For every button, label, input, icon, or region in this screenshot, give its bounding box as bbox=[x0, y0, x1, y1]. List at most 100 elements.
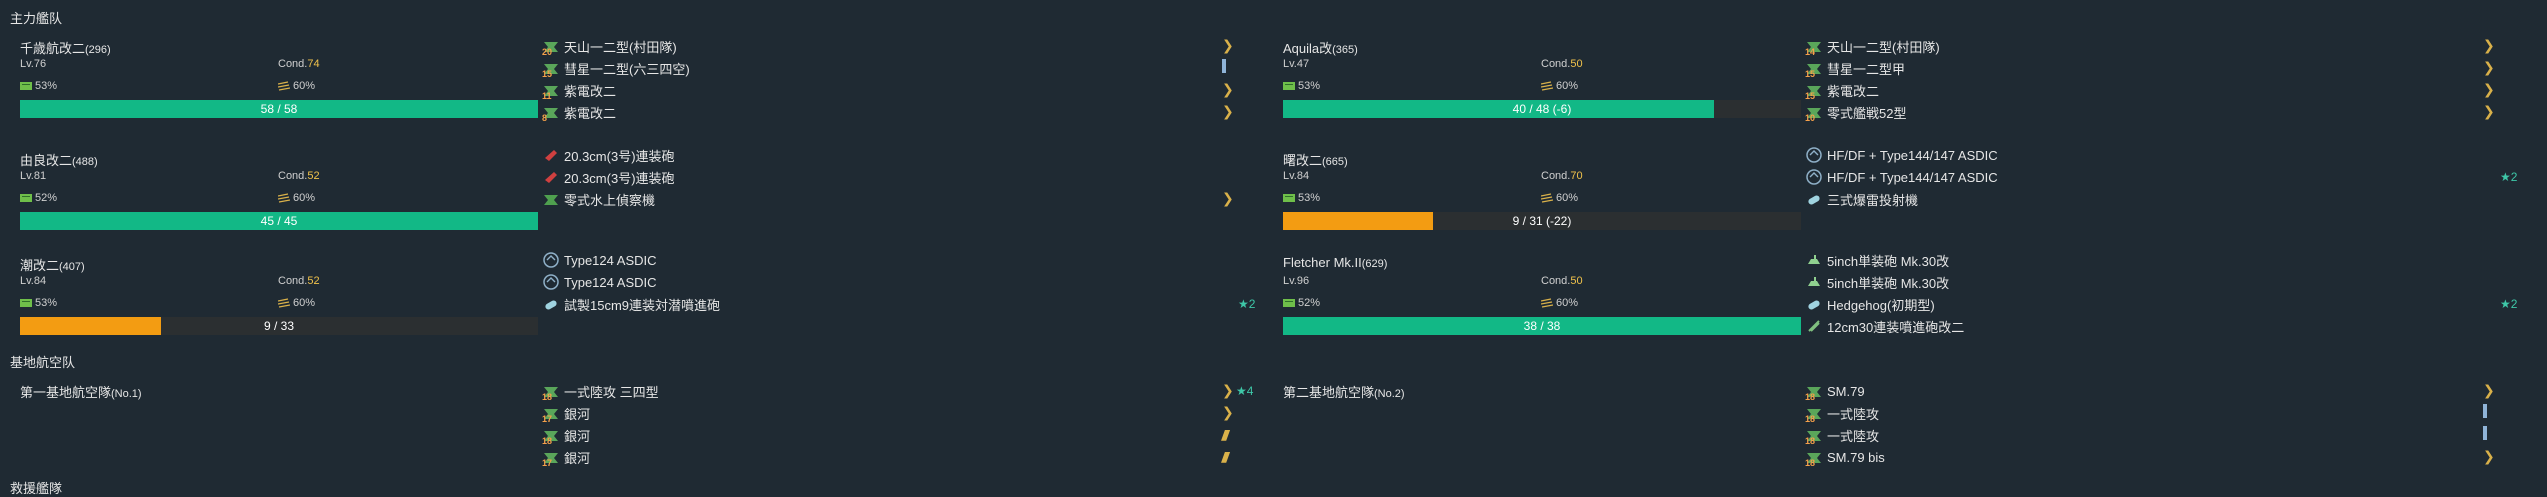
equipment-item[interactable]: 12cm30連装噴進砲改二 bbox=[1805, 316, 1964, 336]
fuel-value: 52% bbox=[35, 192, 58, 204]
base-equipment-item[interactable]: 18 銀河 bbox=[542, 425, 590, 447]
rocket-icon bbox=[1805, 317, 1823, 335]
equipment-item[interactable]: 14 天山一二型(村田隊) bbox=[1805, 36, 1940, 58]
equipment-item[interactable]: Type124 ASDIC bbox=[542, 272, 657, 292]
ship-card: Aquila改(365) Lv.47 Cond.50 53% 60% 40 / 48 (-… bbox=[1283, 38, 1811, 138]
slot-count: 10 bbox=[1805, 113, 1816, 123]
ship-id: (665) bbox=[1322, 156, 1348, 168]
fuel-icon bbox=[1283, 194, 1295, 202]
hp-text: 9 / 31 (-22) bbox=[1512, 214, 1572, 228]
equipment-item[interactable]: 8 紫電改二 bbox=[542, 102, 616, 124]
ship-name[interactable]: 潮改二(407) bbox=[20, 255, 85, 274]
ship-card: 潮改二(407) Lv.84 Cond.52 53% 60% 9 / 33 bbox=[20, 255, 548, 355]
proficiency-icon: ❯ bbox=[1222, 37, 1234, 53]
slot-count: 11 bbox=[542, 91, 552, 101]
equipment-item[interactable]: 零式水上偵察機 bbox=[542, 189, 655, 209]
lbas-plane-icon: 17 bbox=[542, 448, 560, 468]
ship-name[interactable]: Fletcher Mk.II(629) bbox=[1283, 255, 1387, 270]
zero-fighter-icon: 20 bbox=[542, 37, 560, 57]
ship-name-text: 千歳航改二 bbox=[20, 41, 86, 56]
ammo-icon bbox=[278, 298, 290, 308]
ship-fuel: 52% bbox=[20, 192, 57, 204]
proficiency-icon: ❯ bbox=[1222, 190, 1234, 206]
hp-text: 58 / 58 bbox=[260, 102, 298, 116]
equipment-name: 試製15cm9連装対潜噴進砲 bbox=[564, 297, 721, 313]
equipment-item[interactable]: 5inch単装砲 Mk.30改 bbox=[1805, 250, 1949, 270]
equipment-item[interactable]: 試製15cm9連装対潜噴進砲 bbox=[542, 294, 720, 314]
equipment-item[interactable]: HF/DF + Type144/147 ASDIC bbox=[1805, 145, 1998, 165]
ship-name[interactable]: 曙改二(665) bbox=[1283, 150, 1348, 169]
lbas-plane-icon: 18 bbox=[1805, 404, 1823, 424]
base-name-text: 第二基地航空隊 bbox=[1283, 385, 1375, 400]
main-fleet-title: 主力艦队 bbox=[10, 11, 63, 26]
equipment-item[interactable]: 15 彗星一二型甲 bbox=[1805, 58, 1906, 80]
ammo-icon bbox=[278, 81, 290, 91]
equipment-item[interactable]: Type124 ASDIC bbox=[542, 250, 657, 270]
equipment-name: 12cm30連装噴進砲改二 bbox=[1827, 319, 1965, 335]
ammo-icon bbox=[1541, 298, 1553, 308]
base-name-text: 第一基地航空隊 bbox=[20, 385, 112, 400]
proficiency-icon: ❯ bbox=[2483, 103, 2495, 119]
base-id: (No.2) bbox=[1374, 388, 1405, 400]
hp-bar: 40 / 48 (-6) bbox=[1283, 100, 1801, 118]
zero-fighter-icon: 15 bbox=[542, 59, 560, 79]
ship-fuel: 53% bbox=[1283, 192, 1320, 204]
base-equipment-item[interactable]: 17 銀河 bbox=[542, 447, 590, 469]
base-equipment-item[interactable]: 17 銀河 bbox=[542, 403, 590, 425]
equipment-item[interactable]: 15 彗星一二型(六三四空) bbox=[542, 58, 690, 80]
fuel-value: 52% bbox=[1298, 297, 1321, 309]
fuel-value: 53% bbox=[35, 297, 58, 309]
equipment-item[interactable]: HF/DF + Type144/147 ASDIC bbox=[1805, 167, 1998, 187]
base-equipment-item[interactable]: 18 一式陸攻 三四型 bbox=[542, 381, 659, 403]
equipment-item[interactable]: Hedgehog(初期型) bbox=[1805, 294, 1935, 314]
ship-card: Fletcher Mk.II(629) Lv.96 Cond.50 52% 60% 38 … bbox=[1283, 255, 1811, 355]
sonar-icon bbox=[542, 251, 560, 269]
ship-card: 曙改二(665) Lv.84 Cond.70 53% 60% 9 / 31 (-22) bbox=[1283, 150, 1811, 250]
equipment-item[interactable]: 5inch単装砲 Mk.30改 bbox=[1805, 272, 1949, 292]
fuel-icon bbox=[20, 82, 32, 90]
hp-text: 45 / 45 bbox=[260, 214, 298, 228]
equipment-item[interactable]: 三式爆雷投射機 bbox=[1805, 189, 1918, 209]
equipment-item[interactable]: 20.3cm(3号)連装砲 bbox=[542, 145, 675, 165]
improvement-star: ★2 bbox=[2500, 297, 2518, 311]
ship-card: 由良改二(488) Lv.81 Cond.52 52% 60% 45 / 45 bbox=[20, 150, 548, 250]
equipment-item[interactable]: 20 天山一二型(村田隊) bbox=[542, 36, 677, 58]
lbas-plane-icon: 18 bbox=[1805, 448, 1823, 468]
cond-value: 52 bbox=[307, 170, 320, 182]
equipment-name: SM.79 bis bbox=[1827, 449, 1885, 465]
equipment-name: 三式爆雷投射機 bbox=[1827, 192, 1919, 208]
hp-text: 40 / 48 (-6) bbox=[1512, 102, 1572, 116]
equipment-item[interactable]: 10 零式艦戦52型 bbox=[1805, 102, 1906, 124]
proficiency-icon: ❯ bbox=[1222, 382, 1234, 398]
ship-name-text: Aquila改 bbox=[1283, 41, 1333, 56]
base-equipment-item[interactable]: 18 SM.79 bbox=[1805, 381, 1865, 403]
ship-name[interactable]: 由良改二(488) bbox=[20, 150, 98, 169]
base-equipment-item[interactable]: 18 SM.79 bis bbox=[1805, 447, 1885, 469]
equipment-name: HF/DF + Type144/147 ASDIC bbox=[1827, 147, 1998, 163]
depth-charge-icon bbox=[1805, 295, 1823, 313]
proficiency-bar-icon bbox=[1222, 59, 1226, 73]
ship-level: Lv.47 bbox=[1283, 58, 1310, 70]
sonar-icon bbox=[1805, 146, 1823, 164]
depth-charge-icon bbox=[1805, 190, 1823, 208]
hp-bar: 38 / 38 bbox=[1283, 317, 1801, 335]
cond-value: 50 bbox=[1570, 275, 1583, 287]
base-name[interactable]: 第二基地航空隊(No.2) bbox=[1283, 382, 1405, 401]
ship-name[interactable]: 千歳航改二(296) bbox=[20, 38, 111, 57]
ship-ammo: 60% bbox=[1541, 297, 1578, 309]
ship-cond: Cond.70 bbox=[1541, 170, 1583, 182]
base-equipment-item[interactable]: 18 一式陸攻 bbox=[1805, 403, 1879, 425]
equipment-name: 彗星一二型甲 bbox=[1827, 61, 1906, 77]
equipment-item[interactable]: 11 紫電改二 bbox=[542, 80, 616, 102]
equipment-item[interactable]: 15 紫電改二 bbox=[1805, 80, 1879, 102]
lbas-plane-icon: 18 bbox=[542, 426, 560, 446]
lbas-plane-icon: 18 bbox=[1805, 382, 1823, 402]
fuel-icon bbox=[1283, 82, 1295, 90]
base-name[interactable]: 第一基地航空隊(No.1) bbox=[20, 382, 142, 401]
ship-name[interactable]: Aquila改(365) bbox=[1283, 38, 1358, 57]
ammo-icon bbox=[1541, 193, 1553, 203]
base-equipment-item[interactable]: 18 一式陸攻 bbox=[1805, 425, 1879, 447]
improvement-star: ★2 bbox=[2500, 170, 2518, 184]
proficiency-icon: ❯ bbox=[1222, 81, 1234, 97]
equipment-item[interactable]: 20.3cm(3号)連装砲 bbox=[542, 167, 675, 187]
